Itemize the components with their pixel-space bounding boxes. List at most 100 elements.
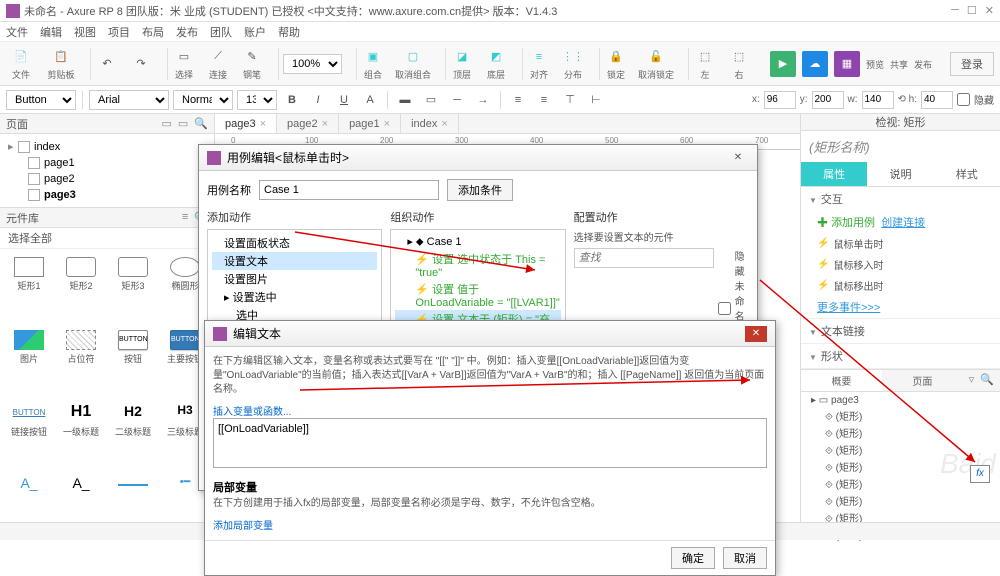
- shape-rect3[interactable]: 矩形3: [108, 253, 158, 324]
- shape-rect1[interactable]: 矩形1: [4, 253, 54, 324]
- menu-layout[interactable]: 布局: [142, 24, 164, 40]
- more-events-link[interactable]: 更多事件>>>: [817, 302, 880, 314]
- tab-page2[interactable]: page2×: [277, 114, 339, 133]
- event-click[interactable]: ⚡鼠标单击时: [801, 233, 1000, 254]
- shape-link[interactable]: BUTTON链接按钮: [4, 399, 54, 470]
- maximize-icon[interactable]: ☐: [967, 4, 977, 17]
- pen-icon[interactable]: ✎: [240, 47, 264, 67]
- add-case-link[interactable]: ✚ 添加用例: [817, 217, 875, 229]
- action-set-text[interactable]: 设置文本: [212, 252, 377, 270]
- tree-page3[interactable]: page3: [0, 187, 214, 203]
- editor-textarea[interactable]: [[OnLoadVariable]]: [213, 418, 767, 468]
- case-name-input[interactable]: [259, 180, 439, 200]
- redo-icon[interactable]: ↷: [129, 54, 153, 74]
- group-icon[interactable]: ▣: [361, 47, 385, 67]
- preview-button[interactable]: ▶: [770, 51, 796, 77]
- color-button[interactable]: A: [359, 90, 381, 110]
- align-left-button[interactable]: ≡: [507, 90, 529, 110]
- filter-icon[interactable]: ▿: [969, 373, 975, 388]
- menu-account[interactable]: 账户: [244, 24, 266, 40]
- add-local-var-link[interactable]: 添加局部变量: [213, 521, 273, 532]
- align-center-button[interactable]: ≡: [533, 90, 555, 110]
- editor-close-button[interactable]: ✕: [745, 326, 767, 342]
- outline-item[interactable]: ⟐ (矩形): [801, 407, 1000, 424]
- back-icon[interactable]: ◩: [484, 47, 508, 67]
- outline-root[interactable]: ▸ ▭ page3: [801, 394, 1000, 407]
- outline-item[interactable]: ⟐ (矩形): [801, 424, 1000, 441]
- ungroup-icon[interactable]: ▢: [401, 47, 425, 67]
- shape-rect2[interactable]: 矩形2: [56, 253, 106, 324]
- h-input[interactable]: [921, 91, 953, 109]
- menu-view[interactable]: 视图: [74, 24, 96, 40]
- close-tab-icon[interactable]: ×: [260, 118, 266, 130]
- x-input[interactable]: [764, 91, 796, 109]
- shape-button[interactable]: BUTTON按钮: [108, 326, 158, 397]
- select-all-label[interactable]: 选择全部: [0, 228, 214, 249]
- tab-style[interactable]: 样式: [934, 162, 1000, 186]
- share-button[interactable]: ☁: [802, 51, 828, 77]
- lock-icon[interactable]: 🔒: [604, 47, 628, 67]
- fill-button[interactable]: ▬: [394, 90, 416, 110]
- zoom-select[interactable]: 100%: [283, 54, 342, 74]
- config-search-input[interactable]: [574, 248, 714, 268]
- tree-page1[interactable]: page1: [0, 155, 214, 171]
- menu-project[interactable]: 项目: [108, 24, 130, 40]
- menu-help[interactable]: 帮助: [278, 24, 300, 40]
- widget-select[interactable]: Button: [6, 90, 76, 110]
- add-page-icon[interactable]: ▭: [161, 117, 171, 130]
- weight-select[interactable]: Normal: [173, 90, 233, 110]
- search-icon[interactable]: 🔍: [194, 117, 208, 130]
- undo-icon[interactable]: ↶: [95, 54, 119, 74]
- textlink-section[interactable]: 文本链接: [801, 319, 1000, 343]
- interaction-section[interactable]: 交互: [801, 187, 1000, 211]
- tree-root[interactable]: ▸index: [0, 138, 214, 155]
- shape-placeholder[interactable]: 占位符: [56, 326, 106, 397]
- menu-edit[interactable]: 编辑: [40, 24, 62, 40]
- add-condition-button[interactable]: 添加条件: [447, 179, 513, 201]
- align-icon[interactable]: ≡: [527, 47, 551, 67]
- shape-name-field[interactable]: (矩形名称): [801, 131, 1000, 162]
- create-link[interactable]: 创建连接: [881, 217, 925, 229]
- tab-properties[interactable]: 属性: [801, 162, 867, 186]
- editor-cancel-button[interactable]: 取消: [723, 547, 767, 569]
- align-middle-button[interactable]: ⊢: [585, 90, 607, 110]
- font-select[interactable]: Arial: [89, 90, 169, 110]
- overview-tab[interactable]: 概要: [801, 370, 882, 391]
- arrow-button[interactable]: →: [472, 90, 494, 110]
- dialog-close-button[interactable]: ✕: [727, 150, 749, 166]
- menu-publish[interactable]: 发布: [176, 24, 198, 40]
- search2-icon[interactable]: 🔍: [980, 373, 994, 388]
- underline-button[interactable]: U: [333, 90, 355, 110]
- lib-menu-icon[interactable]: ≡: [182, 211, 188, 224]
- line-button[interactable]: ─: [446, 90, 468, 110]
- editor-ok-button[interactable]: 确定: [671, 547, 715, 569]
- shape-h1[interactable]: H1一级标题: [56, 399, 106, 470]
- tab-page3[interactable]: page3×: [215, 114, 277, 133]
- left-icon[interactable]: ⬚: [693, 47, 717, 67]
- event-mousein[interactable]: ⚡鼠标移入时: [801, 254, 1000, 275]
- file-icon[interactable]: 📄: [6, 47, 36, 67]
- size-select[interactable]: 13: [237, 90, 277, 110]
- minimize-icon[interactable]: ─: [951, 4, 959, 17]
- fx-button[interactable]: fx: [970, 465, 990, 483]
- tree-page2[interactable]: page2: [0, 171, 214, 187]
- insert-var-link[interactable]: 插入变量或函数...: [213, 407, 291, 418]
- right-icon[interactable]: ⬚: [727, 47, 751, 67]
- distribute-icon[interactable]: ⋮⋮: [561, 47, 585, 67]
- front-icon[interactable]: ◪: [450, 47, 474, 67]
- menu-team[interactable]: 团队: [210, 24, 232, 40]
- italic-button[interactable]: I: [307, 90, 329, 110]
- w-input[interactable]: [862, 91, 894, 109]
- select-icon[interactable]: ▭: [172, 47, 196, 67]
- tab-index[interactable]: index×: [401, 114, 459, 133]
- outline-item[interactable]: ⟐ (矩形): [801, 492, 1000, 509]
- add-folder-icon[interactable]: ▭: [178, 117, 188, 130]
- publish-button[interactable]: ▦: [834, 51, 860, 77]
- y-input[interactable]: [812, 91, 844, 109]
- connect-icon[interactable]: ⟋: [206, 47, 230, 67]
- shape-h2[interactable]: H2二级标题: [108, 399, 158, 470]
- border-button[interactable]: ▭: [420, 90, 442, 110]
- event-mouseout[interactable]: ⚡鼠标移出时: [801, 275, 1000, 296]
- align-top-button[interactable]: ⊤: [559, 90, 581, 110]
- tab-notes[interactable]: 说明: [867, 162, 933, 186]
